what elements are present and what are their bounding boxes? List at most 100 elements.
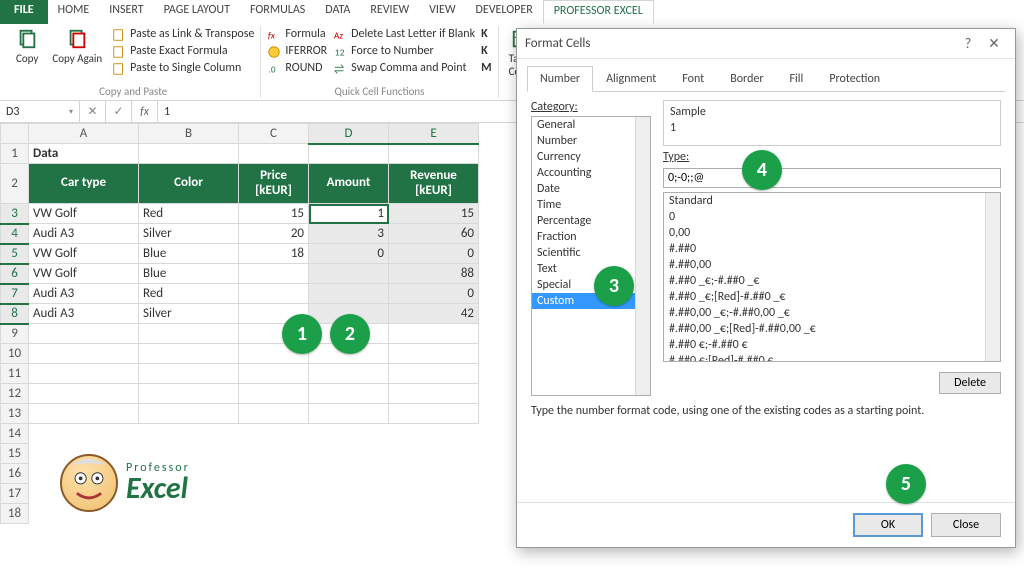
cell[interactable]: 18	[239, 244, 309, 264]
cell[interactable]	[139, 144, 239, 164]
row-header[interactable]: 15	[1, 444, 29, 464]
tab-insert[interactable]: INSERT	[99, 0, 153, 24]
cell[interactable]	[389, 324, 479, 344]
cell[interactable]	[29, 404, 139, 424]
category-item[interactable]: Fraction	[532, 229, 650, 245]
row-header[interactable]: 7	[1, 284, 29, 304]
tab-data[interactable]: DATA	[315, 0, 360, 24]
format-item[interactable]: 0,00	[664, 225, 1000, 241]
formula-button[interactable]: fxFormula	[267, 26, 327, 43]
dialog-tab-alignment[interactable]: Alignment	[593, 66, 669, 92]
cell[interactable]: 15	[389, 204, 479, 224]
cell[interactable]	[309, 144, 389, 164]
row-header[interactable]: 6	[1, 264, 29, 284]
row-header[interactable]: 3	[1, 204, 29, 224]
col-header[interactable]: D	[309, 124, 389, 144]
cell[interactable]	[29, 324, 139, 344]
cell[interactable]: VW Golf	[29, 204, 139, 224]
tab-file[interactable]: FILE	[0, 0, 48, 24]
tab-page-layout[interactable]: PAGE LAYOUT	[154, 0, 240, 24]
scrollbar[interactable]	[985, 193, 1000, 361]
category-item[interactable]: Accounting	[532, 165, 650, 181]
dialog-tab-border[interactable]: Border	[717, 66, 776, 92]
cell[interactable]: Audi A3	[29, 224, 139, 244]
cell[interactable]: 20	[239, 224, 309, 244]
tab-formulas[interactable]: FORMULAS	[240, 0, 315, 24]
cell[interactable]	[389, 344, 479, 364]
category-item[interactable]: Percentage	[532, 213, 650, 229]
cell[interactable]: 60	[389, 224, 479, 244]
cell[interactable]	[239, 364, 309, 384]
format-item[interactable]: #.##0	[664, 241, 1000, 257]
cell[interactable]	[139, 404, 239, 424]
cell[interactable]: 15	[239, 204, 309, 224]
category-list[interactable]: General Number Currency Accounting Date …	[531, 116, 651, 396]
cell[interactable]	[139, 364, 239, 384]
row-header[interactable]: 2	[1, 164, 29, 204]
tab-view[interactable]: VIEW	[419, 0, 465, 24]
cell[interactable]	[389, 404, 479, 424]
category-item[interactable]: Date	[532, 181, 650, 197]
row-header[interactable]: 16	[1, 464, 29, 484]
cell[interactable]: Car type	[29, 164, 139, 204]
cell[interactable]: 42	[389, 304, 479, 324]
format-item[interactable]: Standard	[664, 193, 1000, 209]
cell[interactable]: Blue	[139, 264, 239, 284]
cell[interactable]: 3	[309, 224, 389, 244]
row-header[interactable]: 12	[1, 384, 29, 404]
cell[interactable]: Color	[139, 164, 239, 204]
format-item[interactable]: #.##0 _€;[Red]-#.##0 _€	[664, 289, 1000, 305]
category-item[interactable]: Number	[532, 133, 650, 149]
copy-button[interactable]: Copy	[12, 26, 42, 67]
cell[interactable]	[139, 324, 239, 344]
row-header[interactable]: 13	[1, 404, 29, 424]
cell[interactable]	[29, 344, 139, 364]
name-box[interactable]: D3	[0, 101, 80, 122]
format-item[interactable]: 0	[664, 209, 1000, 225]
col-header[interactable]: E	[389, 124, 479, 144]
cell[interactable]: VW Golf	[29, 244, 139, 264]
cell[interactable]	[309, 264, 389, 284]
format-item[interactable]: #.##0,00 _€;[Red]-#.##0,00 _€	[664, 321, 1000, 337]
dialog-tab-fill[interactable]: Fill	[777, 66, 817, 92]
cell[interactable]	[389, 384, 479, 404]
tab-professor-excel[interactable]: PROFESSOR EXCEL	[543, 0, 654, 24]
paste-link-transpose-button[interactable]: Paste as Link & Transpose	[112, 26, 254, 43]
cell[interactable]: Audi A3	[29, 284, 139, 304]
cell[interactable]: Revenue [kEUR]	[389, 164, 479, 204]
cell[interactable]	[29, 384, 139, 404]
col-header[interactable]: A	[29, 124, 139, 144]
dialog-tab-number[interactable]: Number	[527, 66, 593, 92]
format-item[interactable]: #.##0 _€;-#.##0 _€	[664, 273, 1000, 289]
cell[interactable]: Amount	[309, 164, 389, 204]
cell[interactable]	[139, 344, 239, 364]
swap-comma-button[interactable]: Swap Comma and Point	[333, 60, 475, 77]
cell[interactable]: Price [kEUR]	[239, 164, 309, 204]
format-item[interactable]: #.##0 €;-#.##0 €	[664, 337, 1000, 353]
format-list[interactable]: Standard 0 0,00 #.##0 #.##0,00 #.##0 _€;…	[663, 192, 1001, 362]
row-header[interactable]: 1	[1, 144, 29, 164]
tab-review[interactable]: REVIEW	[360, 0, 419, 24]
tab-developer[interactable]: DEVELOPER	[466, 0, 543, 24]
cell[interactable]	[389, 364, 479, 384]
category-item-selected[interactable]: Custom	[532, 293, 650, 309]
cell[interactable]: Silver	[139, 224, 239, 244]
category-item[interactable]: Time	[532, 197, 650, 213]
row-header[interactable]: 10	[1, 344, 29, 364]
row-header[interactable]: 8	[1, 304, 29, 324]
copy-again-button[interactable]: Copy Again	[48, 26, 106, 67]
paste-exact-button[interactable]: Paste Exact Formula	[112, 43, 254, 60]
confirm-entry-button[interactable]: ✓	[106, 101, 132, 122]
cell[interactable]	[309, 404, 389, 424]
cell[interactable]	[309, 364, 389, 384]
dialog-tab-font[interactable]: Font	[669, 66, 717, 92]
cell[interactable]	[239, 264, 309, 284]
cell[interactable]: VW Golf	[29, 264, 139, 284]
cell[interactable]: 0	[309, 244, 389, 264]
row-header[interactable]: 14	[1, 424, 29, 444]
cell[interactable]	[239, 384, 309, 404]
row-header[interactable]: 4	[1, 224, 29, 244]
cell[interactable]: Data	[29, 144, 139, 164]
force-number-button[interactable]: 12Force to Number	[333, 43, 475, 60]
cell[interactable]	[309, 284, 389, 304]
